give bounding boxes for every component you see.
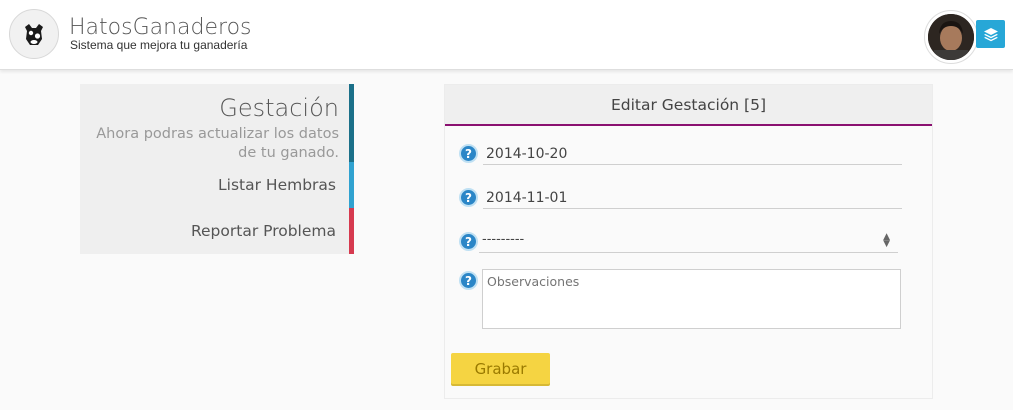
layers-button[interactable] [976,20,1005,48]
avatar[interactable] [924,10,978,64]
select-dropdown[interactable]: --------- ▲ ▼ [479,232,898,253]
app-title[interactable]: HatosGanaderos [69,15,252,40]
top-bar: HatosGanaderos Sistema que mejora tu gan… [0,0,1013,70]
side-panel: Gestación Ahora podras actualizar los da… [80,84,354,254]
form-card: Editar Gestación [5] ? ? ? --------- ▲▼ … [444,84,933,399]
accent-bar-red [349,208,354,254]
app-subtitle: Sistema que mejora tu ganadería [70,38,248,52]
question-icon[interactable]: ? [459,271,478,290]
sidebar-item-listar-hembras[interactable]: Listar Hembras [218,176,336,194]
section-description: Ahora podras actualizar los datos de tu … [96,126,339,161]
observations-textarea[interactable] [482,269,901,329]
select-arrows-icon: ▲ ▼ [883,232,890,249]
avatar-image [928,14,974,60]
question-icon[interactable]: ? [459,144,478,163]
date-field-1[interactable] [483,143,902,165]
title-accent-bar [349,84,354,162]
form-title: Editar Gestación [5] [445,85,932,126]
submit-button[interactable]: Grabar [451,353,550,384]
question-icon[interactable]: ? [459,232,478,251]
cow-logo-icon[interactable] [9,9,59,59]
select-value: --------- [482,232,525,247]
accent-bar-blue [349,162,354,208]
date-field-2[interactable] [483,187,902,209]
layers-icon [983,28,998,42]
question-icon[interactable]: ? [459,188,478,207]
sidebar-item-reportar-problema[interactable]: Reportar Problema [191,222,336,240]
section-title: Gestación [219,94,339,122]
